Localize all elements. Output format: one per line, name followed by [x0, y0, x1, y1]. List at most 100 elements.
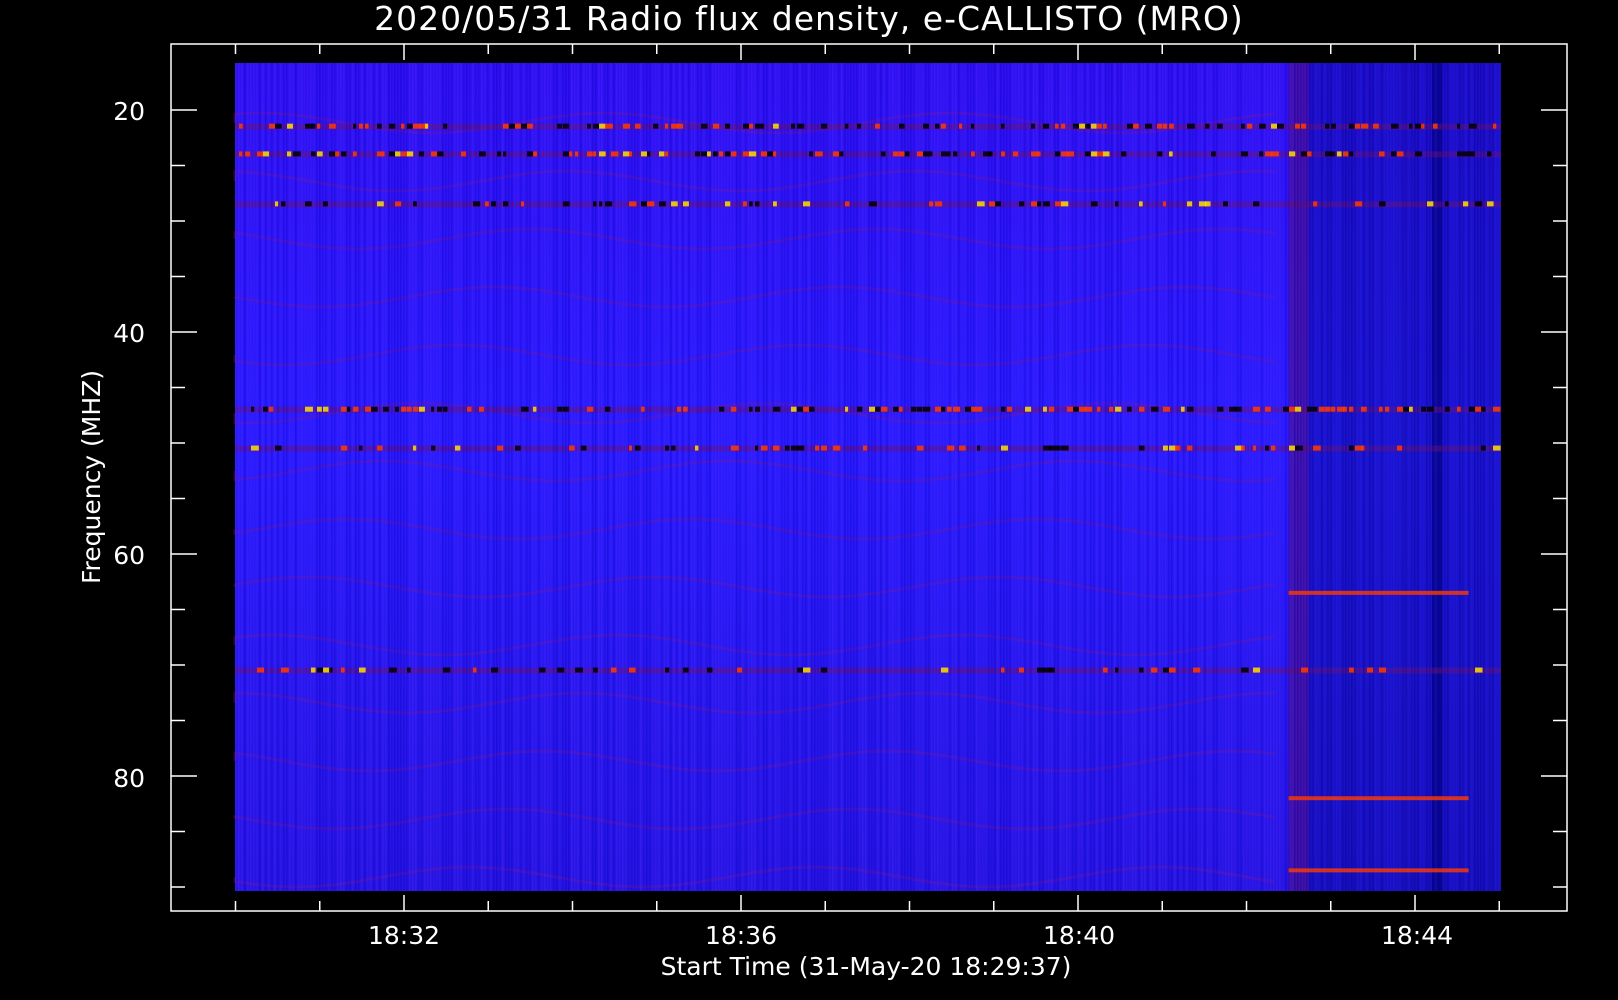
band-dash	[695, 151, 701, 157]
speckle-streak	[469, 63, 471, 891]
speckle-streak	[547, 63, 549, 891]
band-dash	[599, 151, 606, 157]
speckle-streak	[922, 63, 924, 891]
speckle-streak	[1270, 63, 1272, 891]
speckle-streak	[1195, 63, 1197, 891]
band-dash	[1043, 201, 1050, 207]
speckle-streak	[268, 63, 270, 891]
speckle-streak	[1432, 63, 1434, 891]
speckle-streak	[955, 63, 957, 891]
speckle-streak	[670, 63, 672, 891]
speckle-streak	[976, 63, 978, 891]
speckle-streak	[1045, 63, 1047, 891]
speckle-streak	[937, 63, 939, 891]
speckle-streak	[1090, 63, 1092, 891]
speckle-streak	[550, 63, 552, 891]
x-tick-label: 18:32	[368, 921, 440, 950]
speckle-streak	[484, 63, 486, 891]
band-dash	[1205, 123, 1210, 129]
band-dash	[1085, 406, 1093, 412]
band-dash	[1049, 445, 1056, 451]
speckle-streak	[682, 63, 684, 891]
speckle-streak	[1015, 63, 1017, 891]
band-dash	[1379, 151, 1385, 157]
band-dash	[1379, 201, 1386, 207]
speckle-streak	[1075, 63, 1077, 891]
band-dash	[311, 151, 316, 157]
band-dash	[1163, 406, 1170, 412]
speckle-streak	[1426, 63, 1428, 891]
band-dash	[1157, 151, 1163, 157]
speckle-streak	[1024, 63, 1026, 891]
band-dash	[257, 151, 264, 157]
band-dash	[701, 151, 707, 157]
speckle-streak	[508, 63, 510, 891]
band-dash	[1253, 667, 1261, 673]
speckle-streak	[352, 63, 354, 891]
band-dash	[1343, 406, 1347, 412]
speckle-streak	[679, 63, 681, 891]
band-dash	[329, 123, 336, 129]
speckle-streak	[472, 63, 474, 891]
speckle-streak	[1147, 63, 1149, 891]
speckle-streak	[673, 63, 675, 891]
speckle-streak	[1021, 63, 1023, 891]
band-dash	[359, 445, 363, 451]
speckle-streak	[1441, 63, 1443, 891]
speckle-streak	[1093, 63, 1095, 891]
speckle-streak	[1390, 63, 1392, 891]
speckle-streak	[364, 63, 366, 891]
speckle-streak	[313, 63, 315, 891]
band-dash	[521, 201, 525, 207]
speckle-streak	[1057, 63, 1059, 891]
speckle-streak	[595, 63, 597, 891]
band-dash	[569, 445, 575, 451]
speckle-streak	[634, 63, 636, 891]
speckle-streak	[751, 63, 753, 891]
speckle-streak	[766, 63, 768, 891]
band-dash	[725, 151, 731, 157]
speckle-streak	[1144, 63, 1146, 891]
speckle-streak	[1168, 63, 1170, 891]
speckle-streak	[637, 63, 639, 891]
speckle-streak	[1315, 63, 1317, 891]
speckle-streak	[253, 63, 255, 891]
speckle-streak	[1318, 63, 1320, 891]
band-dash	[1409, 123, 1413, 129]
speckle-streak	[1087, 63, 1089, 891]
speckle-streak	[526, 63, 528, 891]
band-dash	[977, 445, 981, 451]
speckle-streak	[1387, 63, 1389, 891]
speckle-streak	[640, 63, 642, 891]
speckle-streak	[1132, 63, 1134, 891]
band-dash	[1397, 151, 1404, 157]
speckle-streak	[385, 63, 387, 891]
speckle-streak	[1357, 63, 1359, 891]
speckle-streak	[772, 63, 774, 891]
band-dash	[641, 151, 648, 157]
band-dash	[923, 151, 929, 157]
band-dash	[953, 406, 961, 412]
speckle-streak	[730, 63, 732, 891]
band-dash	[881, 151, 886, 157]
speckle-streak	[532, 63, 534, 891]
band-dash	[341, 151, 347, 157]
band-dash	[959, 123, 963, 129]
speckle-streak	[1159, 63, 1161, 891]
band-dash	[923, 123, 929, 129]
speckle-streak	[1081, 63, 1083, 891]
speckle-streak	[790, 63, 792, 891]
speckle-streak	[340, 63, 342, 891]
speckle-streak	[454, 63, 456, 891]
band-dash	[413, 201, 417, 207]
band-dash	[629, 667, 636, 673]
speckle-streak	[274, 63, 276, 891]
band-dash	[1097, 151, 1104, 157]
band-dash	[1103, 667, 1108, 673]
speckle-streak	[1402, 63, 1404, 891]
speckle-streak	[778, 63, 780, 891]
band-dash	[1013, 151, 1019, 157]
speckle-streak	[865, 63, 867, 891]
band-dash	[1379, 667, 1387, 673]
speckle-streak	[1411, 63, 1413, 891]
